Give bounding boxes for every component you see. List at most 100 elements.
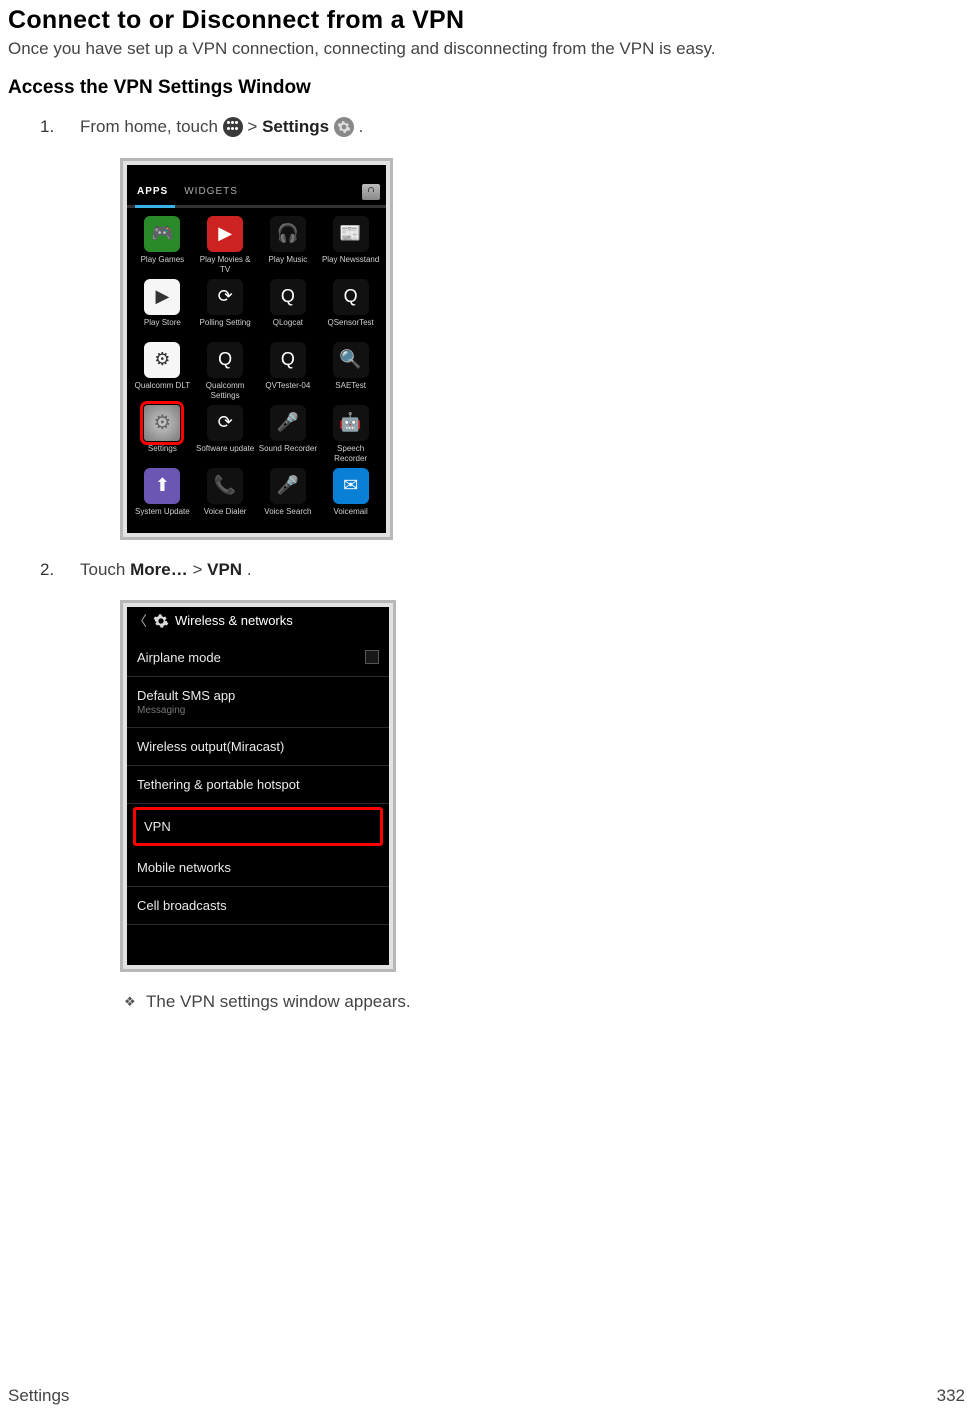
page-title: Connect to or Disconnect from a VPN bbox=[8, 6, 965, 35]
app-qlogcat[interactable]: Q QLogcat bbox=[257, 279, 320, 338]
app-label: Polling Setting bbox=[200, 318, 251, 338]
step-2-text-a: Touch bbox=[80, 560, 130, 579]
wireless-item-vpn[interactable]: VPN bbox=[133, 807, 383, 846]
result-line: The VPN settings window appears. bbox=[124, 992, 965, 1012]
step-2: Touch More… > VPN . 〈 Wireless & network… bbox=[40, 560, 965, 1012]
drawer-tab-widgets[interactable]: WIDGETS bbox=[184, 186, 238, 197]
app-icon: 📰 bbox=[333, 216, 369, 252]
app-label: Play Music bbox=[269, 255, 308, 275]
settings-header-gear-icon bbox=[153, 613, 169, 629]
wireless-item-wireless-output-miracast-[interactable]: Wireless output(Miracast) bbox=[127, 728, 389, 766]
wireless-item-airplane-mode[interactable]: Airplane mode bbox=[127, 639, 389, 677]
section-heading: Access the VPN Settings Window bbox=[8, 77, 965, 99]
app-label: Play Movies & TV bbox=[196, 255, 255, 275]
app-voice-search[interactable]: 🎤 Voice Search bbox=[257, 468, 320, 527]
app-label: Play Store bbox=[144, 318, 181, 338]
wireless-item-default-sms-app[interactable]: Default SMS app Messaging bbox=[127, 677, 389, 728]
app-qualcomm-settings[interactable]: Q Qualcomm Settings bbox=[194, 342, 257, 401]
app-icon: ⟳ bbox=[207, 279, 243, 315]
app-play-games[interactable]: 🎮 Play Games bbox=[131, 216, 194, 275]
app-voice-dialer[interactable]: 📞 Voice Dialer bbox=[194, 468, 257, 527]
app-system-update[interactable]: ⬆System Update bbox=[131, 468, 194, 527]
wireless-item-label: Airplane mode bbox=[137, 650, 221, 665]
app-icon: ⚙ bbox=[144, 405, 180, 441]
app-icon: 🎮 bbox=[144, 216, 180, 252]
app-label: Speech Recorder bbox=[321, 444, 380, 464]
app-label: Settings bbox=[148, 444, 177, 464]
app-icon: Q bbox=[270, 342, 306, 378]
apps-icon bbox=[223, 117, 243, 137]
app-icon: Q bbox=[333, 279, 369, 315]
app-icon: ⬆ bbox=[144, 468, 180, 504]
step-1: From home, touch > Settings . APPS WIDGE… bbox=[40, 117, 965, 540]
screenshot-wireless-networks: 〈 Wireless & networks Airplane mode Defau… bbox=[120, 600, 396, 972]
play-store-icon[interactable] bbox=[362, 184, 380, 200]
app-icon: ✉ bbox=[333, 468, 369, 504]
app-voicemail[interactable]: ✉ Voicemail bbox=[319, 468, 382, 527]
app-qvtester-04[interactable]: Q QVTester-04 bbox=[257, 342, 320, 401]
airplane-mode-checkbox[interactable] bbox=[365, 650, 379, 664]
app-icon: Q bbox=[207, 342, 243, 378]
app-software-update[interactable]: ⟳ Software update bbox=[194, 405, 257, 464]
app-label: QLogcat bbox=[273, 318, 303, 338]
app-icon: 🎤 bbox=[270, 468, 306, 504]
wireless-item-label: Mobile networks bbox=[137, 860, 231, 875]
wireless-item-tethering-portable-hotspot[interactable]: Tethering & portable hotspot bbox=[127, 766, 389, 804]
app-sound-recorder[interactable]: 🎤 Sound Recorder bbox=[257, 405, 320, 464]
app-polling-setting[interactable]: ⟳ Polling Setting bbox=[194, 279, 257, 338]
gear-icon bbox=[334, 117, 354, 137]
app-play-music[interactable]: 🎧 Play Music bbox=[257, 216, 320, 275]
app-qsensortest[interactable]: Q QSensorTest bbox=[319, 279, 382, 338]
app-icon: Q bbox=[270, 279, 306, 315]
app-icon: ⟳ bbox=[207, 405, 243, 441]
app-label: Play Games bbox=[141, 255, 185, 275]
app-icon: ▶ bbox=[144, 279, 180, 315]
footer-page-number: 332 bbox=[937, 1386, 965, 1406]
app-play-newsstand[interactable]: 📰 Play Newsstand bbox=[319, 216, 382, 275]
wireless-item-sublabel: Messaging bbox=[137, 705, 379, 716]
step-2-vpn-word: VPN bbox=[207, 560, 242, 579]
step-2-period: . bbox=[247, 560, 252, 579]
app-settings[interactable]: ⚙ Settings bbox=[131, 405, 194, 464]
wireless-networks-title: Wireless & networks bbox=[175, 613, 293, 628]
app-play-movies-tv[interactable]: ▶ Play Movies & TV bbox=[194, 216, 257, 275]
app-icon: ⚙ bbox=[144, 342, 180, 378]
step-2-gt: > bbox=[192, 560, 207, 579]
app-label: Voice Search bbox=[264, 507, 311, 527]
app-icon: 🤖 bbox=[333, 405, 369, 441]
step-1-text-a: From home, touch bbox=[80, 117, 223, 136]
app-play-store[interactable]: ▶ Play Store bbox=[131, 279, 194, 338]
step-1-settings-word: Settings bbox=[262, 117, 329, 136]
drawer-tab-apps[interactable]: APPS bbox=[137, 186, 168, 197]
app-icon: ▶ bbox=[207, 216, 243, 252]
wireless-item-cell-broadcasts[interactable]: Cell broadcasts bbox=[127, 887, 389, 925]
app-label: QSensorTest bbox=[328, 318, 374, 338]
wireless-item-label: Default SMS app bbox=[137, 688, 235, 703]
app-icon: 🔍 bbox=[333, 342, 369, 378]
app-label: Play Newsstand bbox=[322, 255, 379, 275]
app-speech-recorder[interactable]: 🤖 Speech Recorder bbox=[319, 405, 382, 464]
app-icon: 📞 bbox=[207, 468, 243, 504]
back-chevron-icon[interactable]: 〈 bbox=[133, 611, 147, 631]
app-icon: 🎧 bbox=[270, 216, 306, 252]
step-1-text-b: > bbox=[247, 117, 262, 136]
footer-section: Settings bbox=[8, 1386, 69, 1406]
wireless-item-label: Cell broadcasts bbox=[137, 898, 227, 913]
app-saetest[interactable]: 🔍 SAETest bbox=[319, 342, 382, 401]
app-label: Sound Recorder bbox=[259, 444, 317, 464]
wireless-item-label: Wireless output(Miracast) bbox=[137, 739, 284, 754]
app-label: SAETest bbox=[335, 381, 366, 401]
app-label: Qualcomm DLT bbox=[135, 381, 190, 401]
app-label: QVTester-04 bbox=[265, 381, 310, 401]
app-qualcomm-dlt[interactable]: ⚙ Qualcomm DLT bbox=[131, 342, 194, 401]
wireless-item-label: VPN bbox=[144, 819, 171, 834]
step-2-more-word: More… bbox=[130, 560, 188, 579]
app-icon: 🎤 bbox=[270, 405, 306, 441]
app-label: Software update bbox=[196, 444, 254, 464]
app-label: Qualcomm Settings bbox=[196, 381, 255, 401]
screenshot-app-drawer: APPS WIDGETS 🎮 Play Games ▶ Play Movies & T… bbox=[120, 158, 393, 540]
app-label: Voice Dialer bbox=[204, 507, 247, 527]
wireless-item-mobile-networks[interactable]: Mobile networks bbox=[127, 849, 389, 887]
intro-paragraph: Once you have set up a VPN connection, c… bbox=[8, 39, 965, 59]
app-label: Voicemail bbox=[334, 507, 368, 527]
